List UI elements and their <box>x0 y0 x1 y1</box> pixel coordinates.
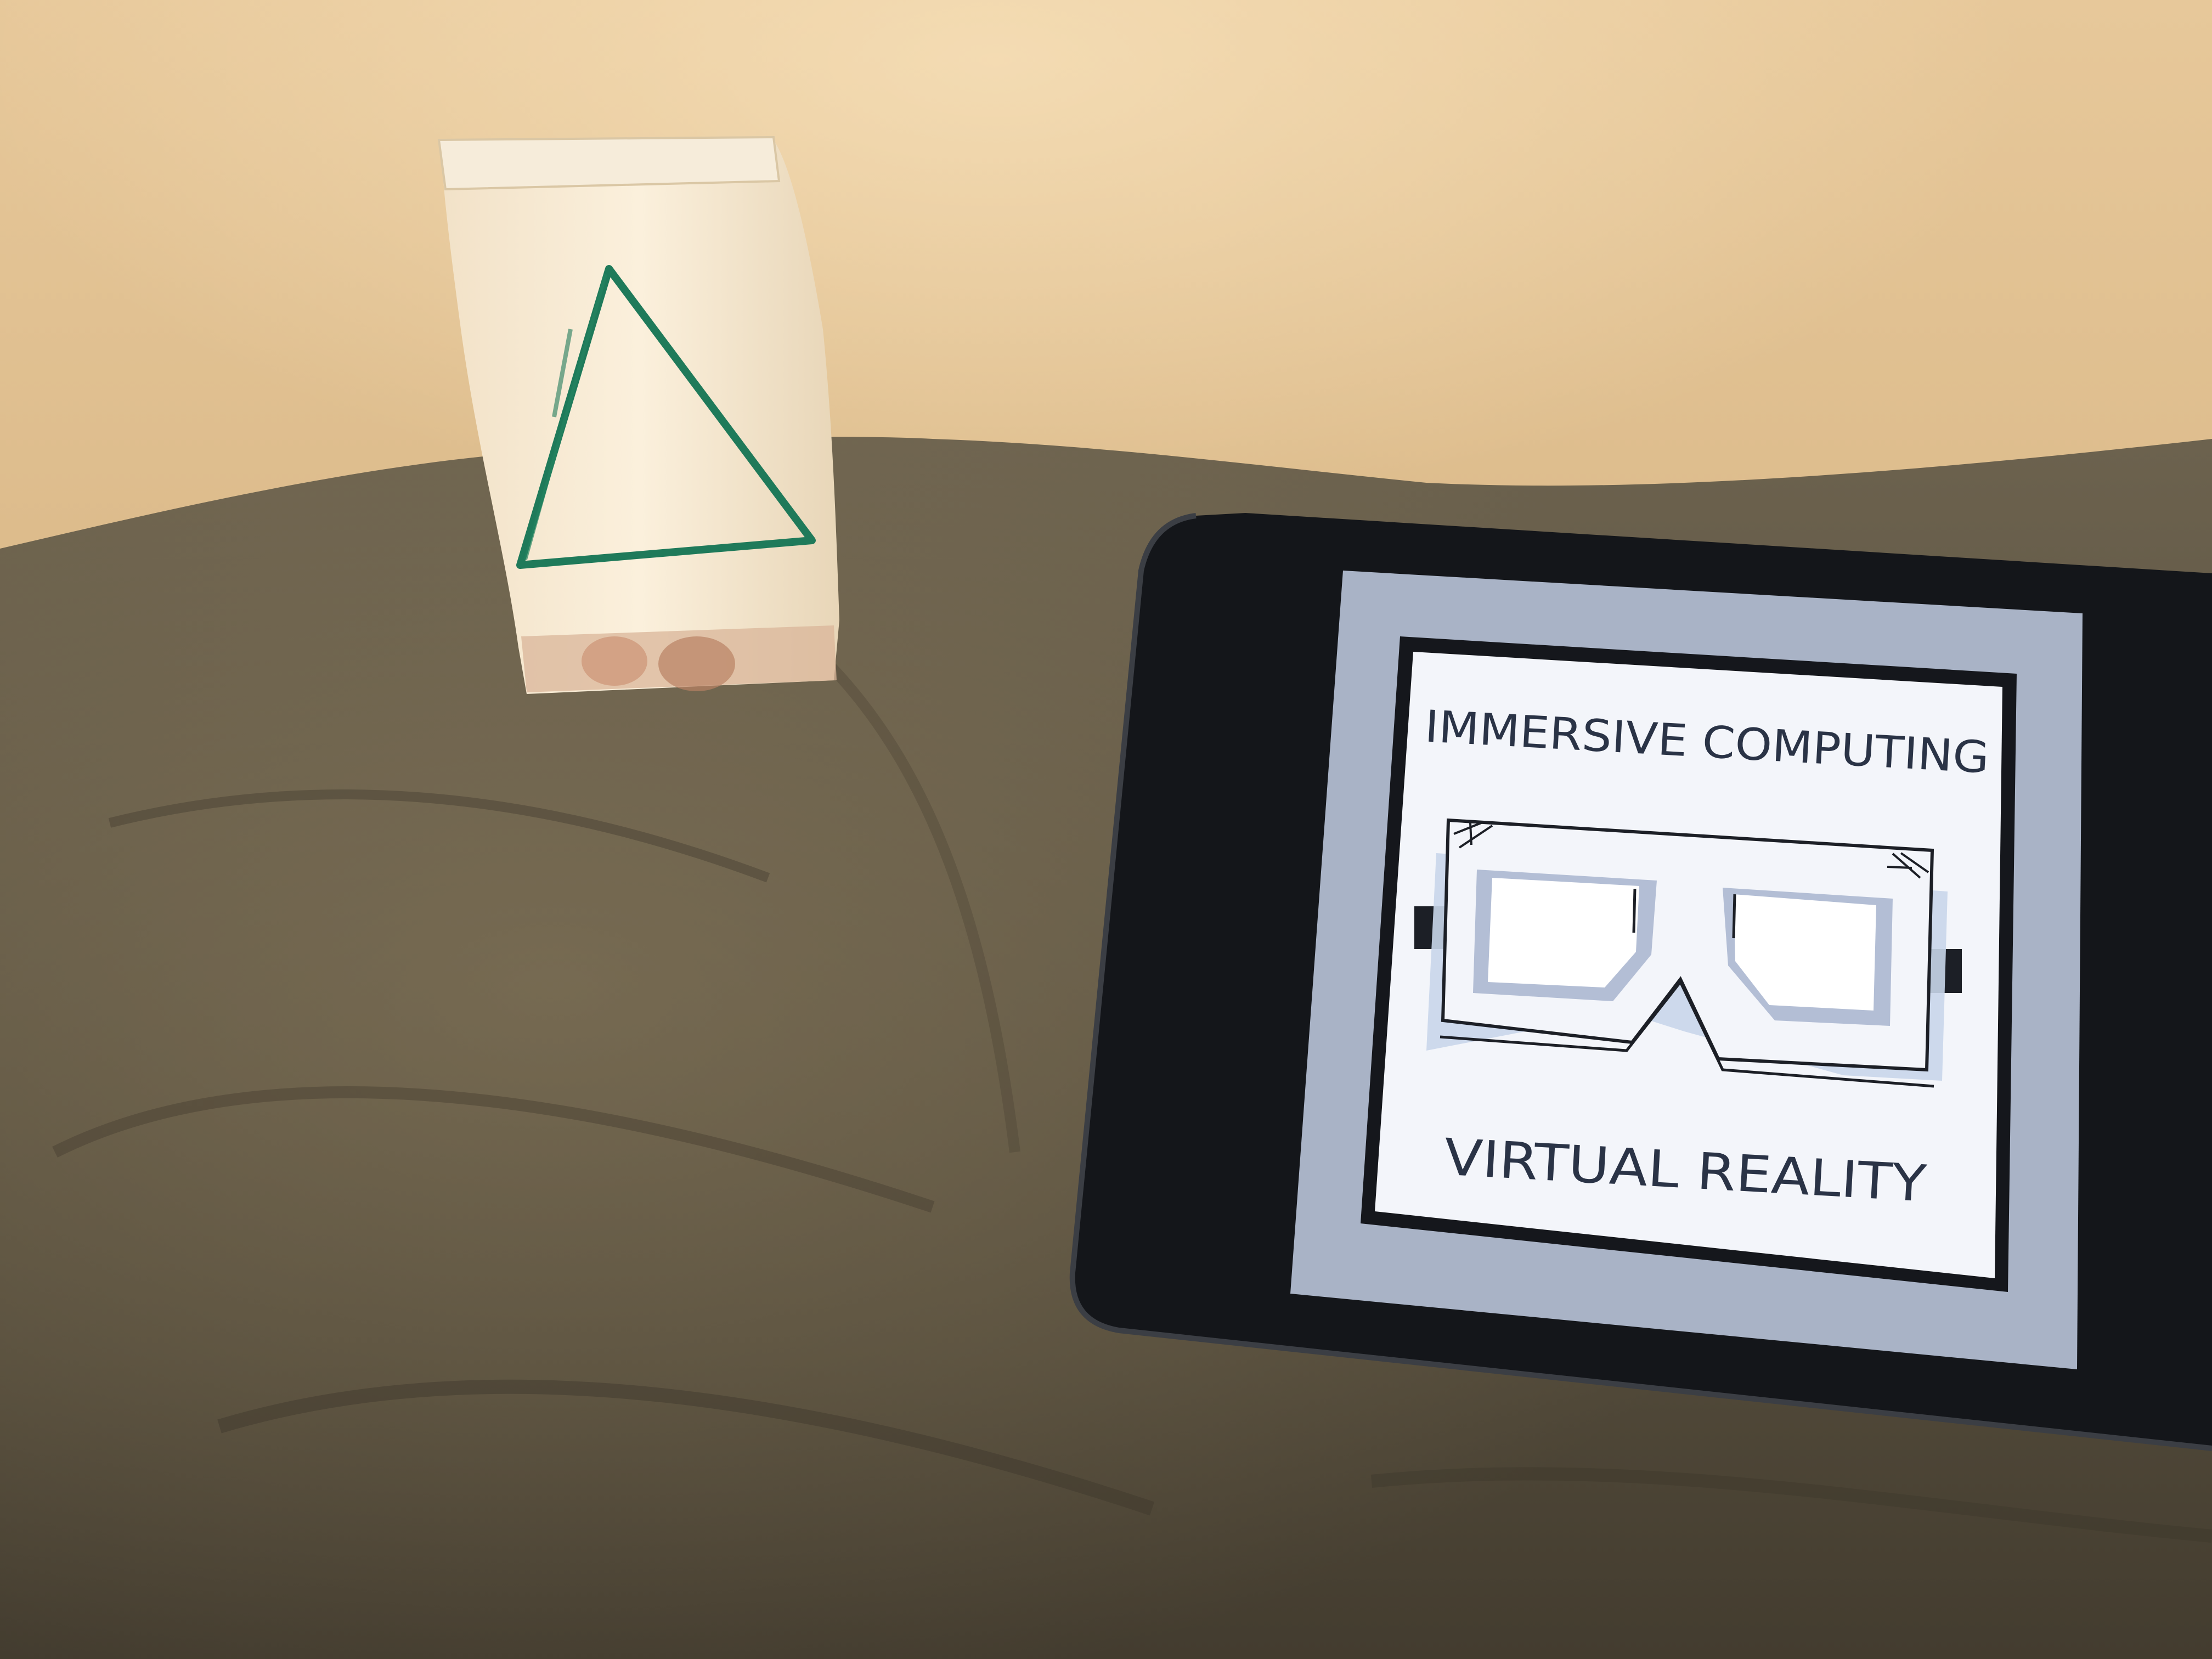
photo-scene: IMMERSIVE COMPUTING VIRTUAL REALITY <box>0 0 2212 1659</box>
tablet-device: IMMERSIVE COMPUTING VIRTUAL REALITY <box>1069 513 2212 1451</box>
